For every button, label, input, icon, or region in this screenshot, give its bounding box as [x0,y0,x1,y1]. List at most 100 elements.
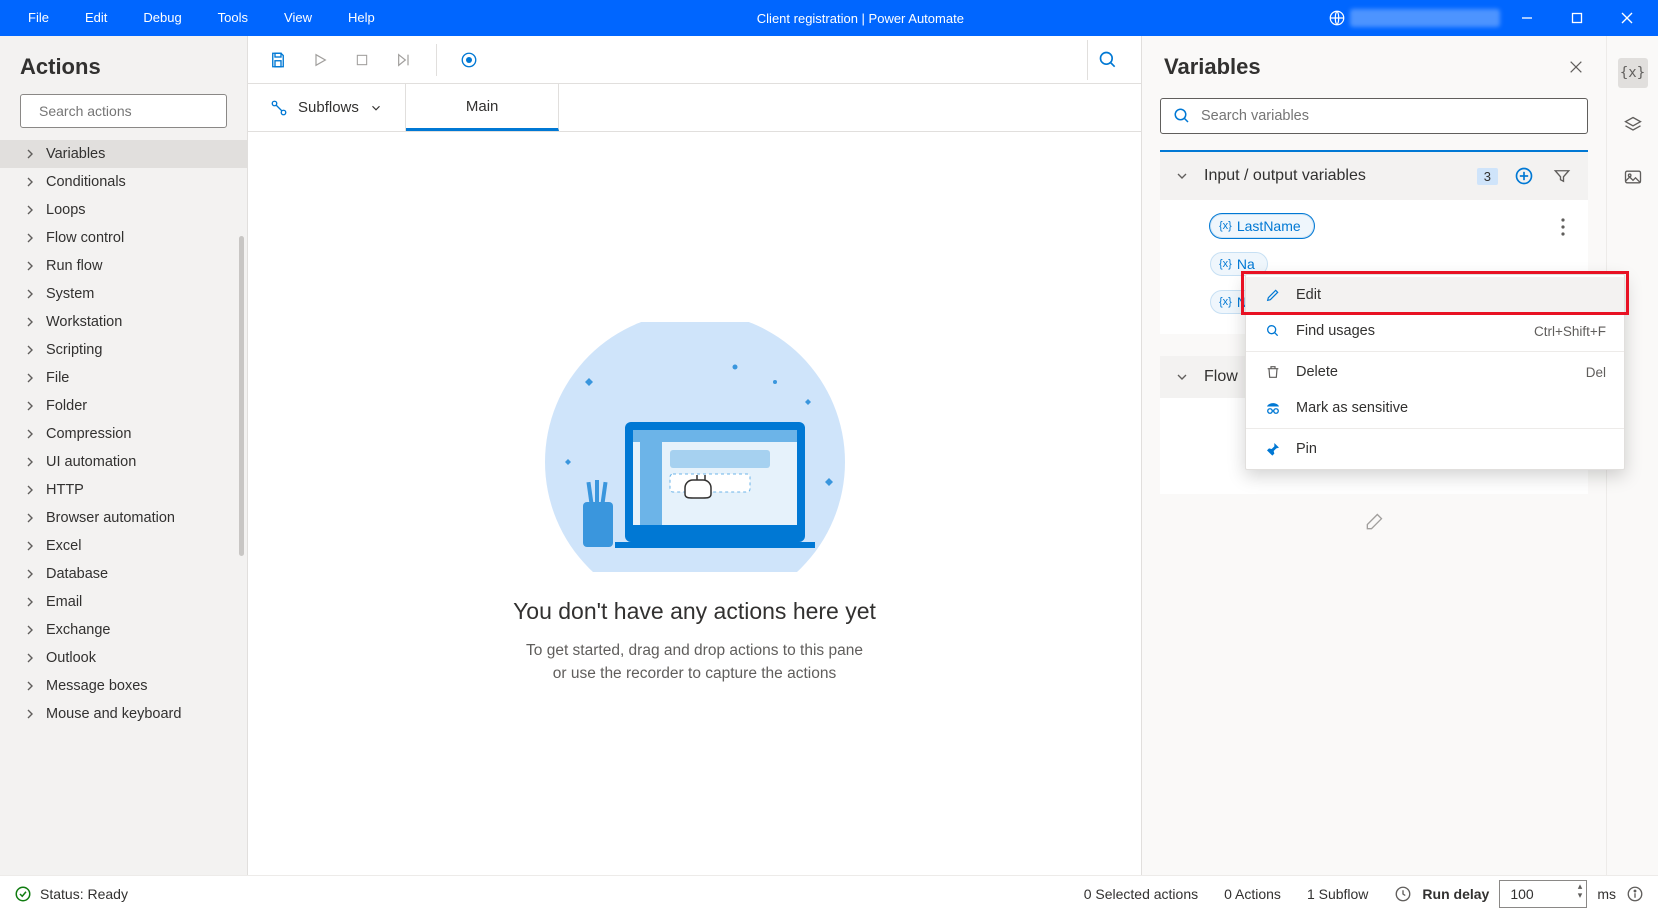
status-bar: Status: Ready 0 Selected actions 0 Actio… [0,875,1658,911]
menu-edit[interactable]: Edit [67,0,125,36]
window-title: Client registration | Power Automate [393,11,1328,26]
chevron-right-icon [24,372,36,384]
tree-item-ui-automation[interactable]: UI automation [0,448,247,476]
menu-debug[interactable]: Debug [125,0,199,36]
play-icon [312,52,328,68]
tree-item-system[interactable]: System [0,280,247,308]
io-count-badge: 3 [1477,168,1498,185]
chevron-down-icon [369,101,383,115]
io-variables-section[interactable]: Input / output variables 3 [1160,150,1588,200]
tree-item-outlook[interactable]: Outlook [0,644,247,672]
tree-item-scripting[interactable]: Scripting [0,336,247,364]
image-icon [1623,167,1643,187]
spinner-buttons[interactable]: ▴▾ [1578,882,1583,900]
tree-item-folder[interactable]: Folder [0,392,247,420]
tree-item-loops[interactable]: Loops [0,196,247,224]
tree-label: Workstation [46,314,122,330]
stop-button[interactable] [346,44,378,76]
tab-main[interactable]: Main [406,84,560,131]
tree-item-browser-automation[interactable]: Browser automation [0,504,247,532]
actions-panel: Actions Variables Conditionals Loops Flo… [0,36,248,875]
tree-item-mouse-keyboard[interactable]: Mouse and keyboard [0,700,247,728]
ctx-mark-sensitive[interactable]: Mark as sensitive [1246,390,1624,426]
chevron-right-icon [24,344,36,356]
ms-label: ms [1597,886,1616,902]
actions-search[interactable] [20,94,227,128]
ctx-find-usages[interactable]: Find usages Ctrl+Shift+F [1246,313,1624,349]
environment-name[interactable] [1350,9,1500,27]
status-subflow: 1 Subflow [1307,886,1368,902]
minimize-button[interactable] [1504,0,1550,36]
variables-search[interactable] [1160,98,1588,134]
chevron-right-icon [24,400,36,412]
tree-label: Database [46,566,108,582]
empty-illustration [525,322,865,572]
tree-item-exchange[interactable]: Exchange [0,616,247,644]
search-icon [1098,50,1118,70]
ctx-label: Find usages [1296,323,1375,339]
rail-ui-elements-button[interactable] [1618,110,1648,140]
tree-label: Loops [46,202,86,218]
filter-button[interactable] [1550,164,1574,188]
tree-item-run-flow[interactable]: Run flow [0,252,247,280]
tree-label: Folder [46,398,87,414]
menu-file[interactable]: File [10,0,67,36]
tree-label: Excel [46,538,81,554]
variable-context-menu: Edit Find usages Ctrl+Shift+F Delete Del… [1245,274,1625,470]
tree-item-workstation[interactable]: Workstation [0,308,247,336]
tree-item-conditionals[interactable]: Conditionals [0,168,247,196]
ctx-edit[interactable]: Edit [1246,277,1624,313]
flow-section-label: Flow [1204,368,1238,386]
ctx-pin[interactable]: Pin [1246,431,1624,467]
close-icon [1568,59,1584,75]
chevron-right-icon [24,708,36,720]
rail-variables-button[interactable]: {x} [1618,58,1648,88]
actions-tree[interactable]: Variables Conditionals Loops Flow contro… [0,140,247,875]
actions-search-input[interactable] [39,103,220,119]
tree-item-message-boxes[interactable]: Message boxes [0,672,247,700]
close-button[interactable] [1604,0,1650,36]
subflows-dropdown[interactable]: Subflows [248,84,406,131]
ctx-delete[interactable]: Delete Del [1246,354,1624,390]
eraser-button[interactable] [1364,512,1384,532]
menu-help[interactable]: Help [330,0,393,36]
add-variable-button[interactable] [1512,164,1536,188]
menu-view[interactable]: View [266,0,330,36]
save-button[interactable] [262,44,294,76]
tree-item-email[interactable]: Email [0,588,247,616]
tree-item-file[interactable]: File [0,364,247,392]
tree-item-http[interactable]: HTTP [0,476,247,504]
tree-item-flow-control[interactable]: Flow control [0,224,247,252]
menu-tools[interactable]: Tools [200,0,266,36]
run-button[interactable] [304,44,336,76]
rail-images-button[interactable] [1618,162,1648,192]
tree-label: Compression [46,426,131,442]
environment-icon[interactable] [1328,9,1346,27]
tree-item-excel[interactable]: Excel [0,532,247,560]
info-icon[interactable] [1626,885,1644,903]
record-button[interactable] [453,44,485,76]
subflows-label: Subflows [298,99,359,116]
step-button[interactable] [388,44,420,76]
scrollbar-thumb[interactable] [239,236,244,556]
maximize-button[interactable] [1554,0,1600,36]
tree-item-database[interactable]: Database [0,560,247,588]
run-delay-input[interactable]: 100 ▴▾ [1499,880,1587,908]
canvas-search-button[interactable] [1087,40,1127,80]
eraser-icon [1364,512,1384,532]
chevron-right-icon [24,624,36,636]
tree-label: HTTP [46,482,84,498]
variable-pill-lastname[interactable]: {x}LastName [1210,214,1314,238]
variable-pill-na[interactable]: {x}Na [1210,252,1268,276]
chevron-right-icon [24,456,36,468]
tree-label: Variables [46,146,105,162]
variables-search-input[interactable] [1201,108,1575,124]
tree-item-variables[interactable]: Variables [0,140,247,168]
close-panel-button[interactable] [1568,59,1584,75]
status-text: Status: Ready [40,886,128,902]
variable-icon: {x} [1219,258,1232,270]
incognito-icon [1264,400,1282,416]
tree-item-compression[interactable]: Compression [0,420,247,448]
designer-canvas[interactable]: You don't have any actions here yet To g… [248,132,1141,875]
variable-more-button[interactable] [1552,212,1574,242]
